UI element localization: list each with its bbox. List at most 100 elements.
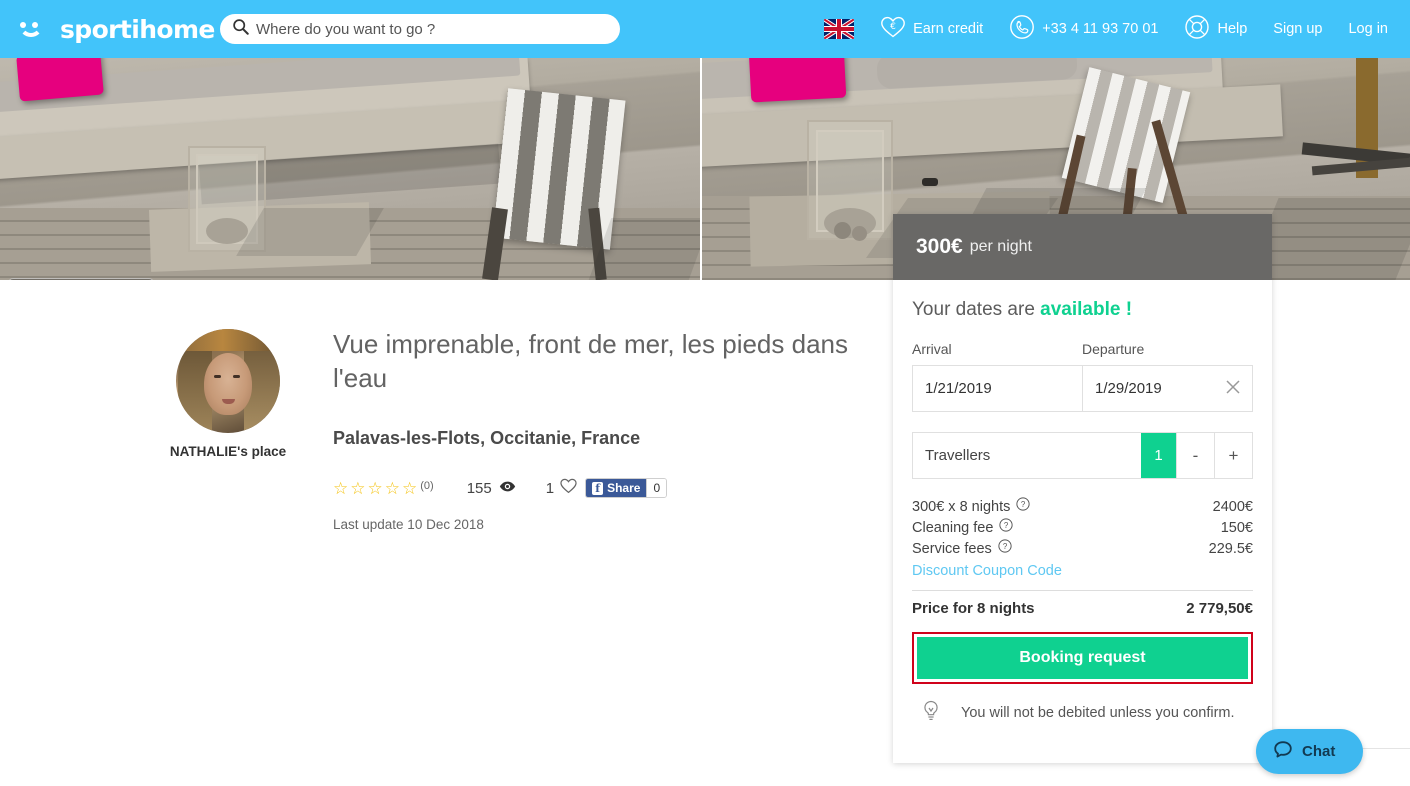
fee-label: 300€ x 8 nights — [912, 499, 1011, 515]
total-value: 2 779,50€ — [1186, 600, 1253, 617]
discount-coupon-link[interactable]: Discount Coupon Code — [912, 560, 1253, 582]
total-label: Price for 8 nights — [912, 600, 1035, 617]
fee-row: Service fees ? 229.5€ — [912, 539, 1253, 560]
help-label: Help — [1217, 21, 1248, 37]
booking-request-button[interactable]: Booking request — [917, 637, 1248, 679]
star-icon: ☆ — [333, 478, 349, 498]
help-circle-icon[interactable]: ? — [1016, 497, 1030, 518]
availability-status: available ! — [1040, 299, 1133, 320]
star-icon: ☆ — [384, 478, 400, 498]
departure-date-value: 1/29/2019 — [1095, 380, 1162, 397]
svg-text:€: € — [890, 22, 896, 32]
travellers-label: Travellers — [925, 447, 991, 464]
booking-request-highlight: Booking request — [912, 632, 1253, 684]
star-rating[interactable]: ☆ ☆ ☆ ☆ ☆ (0) — [333, 480, 434, 497]
facebook-share-button[interactable]: f Share 0 — [585, 478, 668, 498]
smiley-logo-icon — [17, 16, 55, 42]
clear-dates-icon[interactable] — [1225, 379, 1241, 399]
review-count: (0) — [420, 479, 434, 492]
fee-row: 300€ x 8 nights ? 2400€ — [912, 497, 1253, 518]
availability-prefix: Your dates are — [912, 299, 1041, 320]
phone-link[interactable]: +33 4 11 93 70 01 — [1009, 14, 1158, 44]
logo-text: sportihome — [60, 14, 215, 44]
earn-credit-link[interactable]: € Earn credit — [880, 15, 983, 43]
svg-text:?: ? — [1003, 542, 1008, 551]
site-header: sportihome € Earn credit — [0, 0, 1410, 58]
chat-button[interactable]: Chat — [1256, 729, 1363, 774]
sign-up-label: Sign up — [1273, 21, 1323, 37]
eye-icon — [492, 480, 516, 497]
help-link[interactable]: Help — [1184, 14, 1247, 44]
fee-value: 229.5€ — [1208, 541, 1253, 557]
availability-message: Your dates are available ! — [912, 299, 1253, 321]
help-circle-icon[interactable]: ? — [999, 518, 1014, 539]
view-count-value: 155 — [466, 479, 492, 497]
facebook-share-count: 0 — [646, 479, 667, 497]
price-unit: per night — [969, 238, 1032, 255]
arrival-date-value: 1/21/2019 — [925, 380, 992, 397]
language-flag-icon[interactable] — [824, 19, 855, 39]
booking-body: Your dates are available ! Arrival Depar… — [893, 280, 1272, 726]
arrival-date-input[interactable]: 1/21/2019 — [913, 366, 1082, 411]
svg-text:?: ? — [1004, 521, 1009, 530]
log-in-label: Log in — [1348, 21, 1388, 37]
star-icon: ☆ — [367, 478, 383, 498]
host-avatar[interactable] — [176, 329, 280, 433]
travellers-increment-button[interactable]: + — [1214, 433, 1252, 478]
price-banner: 300€ per night — [893, 214, 1272, 280]
header-right-nav: € Earn credit +33 4 11 93 70 01 Help Sig… — [824, 0, 1410, 58]
sign-up-link[interactable]: Sign up — [1273, 21, 1322, 37]
heart-euro-icon: € — [880, 15, 906, 43]
log-in-link[interactable]: Log in — [1348, 21, 1388, 37]
like-count-value: 1 — [545, 479, 555, 497]
heart-icon — [554, 478, 577, 498]
earn-credit-label: Earn credit — [913, 21, 984, 37]
search-input[interactable] — [256, 20, 608, 38]
star-icon: ☆ — [402, 478, 418, 498]
lifebuoy-icon — [1184, 14, 1210, 44]
travellers-count: 1 — [1141, 433, 1176, 478]
departure-label: Departure — [1082, 341, 1145, 357]
fee-label: Service fees — [912, 541, 992, 557]
chat-label: Chat — [1302, 743, 1336, 760]
view-count: 155 — [467, 480, 516, 497]
listing-content: NATHALIE's place Vue imprenable, front d… — [0, 280, 893, 748]
listing-location: Palavas-les-Flots, Occitanie, France — [333, 428, 641, 448]
page-title: Vue imprenable, front de mer, les pieds … — [333, 329, 848, 393]
search-icon — [232, 18, 256, 40]
fee-divider — [912, 590, 1253, 591]
facebook-share-inner: f Share — [586, 479, 647, 497]
facebook-share-label: Share — [607, 481, 641, 495]
booking-note: You will not be debited unless you confi… — [912, 700, 1253, 726]
svg-text:?: ? — [1021, 500, 1026, 509]
page-root: sportihome € Earn credit — [0, 0, 1410, 786]
fee-breakdown: 300€ x 8 nights ? 2400€ Cleaning fee ? 1… — [912, 497, 1253, 617]
host-name: NATHALIE's place — [169, 444, 287, 459]
arrival-label: Arrival — [912, 341, 952, 357]
fee-row: Cleaning fee ? 150€ — [912, 518, 1253, 539]
facebook-icon: f — [592, 481, 604, 495]
total-row: Price for 8 nights 2 779,50€ — [912, 600, 1253, 617]
last-update: Last update 10 Dec 2018 — [333, 517, 484, 532]
date-fields: 1/21/2019 1/29/2019 — [912, 365, 1253, 412]
date-labels: Arrival Departure — [912, 341, 1253, 357]
help-circle-icon[interactable]: ? — [998, 539, 1012, 560]
search-box[interactable] — [220, 14, 620, 44]
lightbulb-icon — [922, 700, 940, 726]
star-icon: ☆ — [350, 478, 366, 498]
travellers-stepper: Travellers 1 - + — [912, 432, 1253, 479]
booking-panel: 300€ per night Your dates are available … — [893, 214, 1272, 763]
fee-value: 150€ — [1220, 520, 1253, 536]
phone-number: +33 4 11 93 70 01 — [1042, 21, 1159, 37]
like-count[interactable]: 1 — [546, 478, 577, 498]
price-amount: 300€ — [916, 235, 963, 258]
gallery-photo-1[interactable] — [0, 58, 700, 280]
fee-value: 2400€ — [1212, 499, 1253, 515]
logo[interactable]: sportihome — [17, 15, 215, 44]
travellers-decrement-button[interactable]: - — [1176, 433, 1214, 478]
phone-icon — [1009, 14, 1035, 44]
listing-meta: ☆ ☆ ☆ ☆ ☆ (0) 155 1 f Share 0 — [333, 478, 668, 498]
departure-date-input[interactable]: 1/29/2019 — [1082, 366, 1252, 411]
fee-label: Cleaning fee — [912, 520, 994, 536]
chat-bubble-icon — [1256, 740, 1302, 764]
